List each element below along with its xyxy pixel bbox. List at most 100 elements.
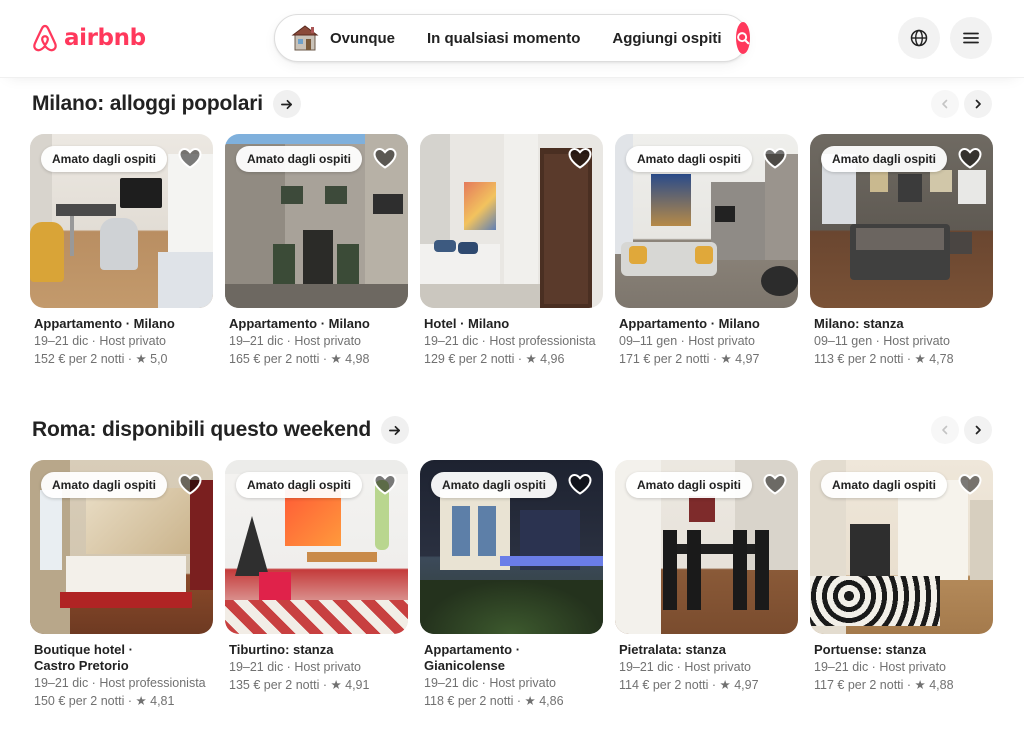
wishlist-heart-button[interactable] [567, 472, 593, 496]
listing-title: Pietralata: stanza [619, 642, 726, 657]
listing-price: 114 € per 2 notti · ★ 4,97 [619, 676, 794, 694]
listing-price-text: 171 € per 2 notti · [619, 352, 721, 366]
listing-cards: Amato dagli ospiti Boutique hotel · Cast… [30, 460, 993, 710]
listing-price-text: 118 € per 2 notti · [424, 694, 525, 708]
listing-price: 118 € per 2 notti · ★ 4,86 [424, 692, 599, 710]
listing-dates-host: 19–21 dic · Host privato [34, 334, 167, 348]
listing-rating: ★ 4,86 [524, 694, 564, 708]
wishlist-heart-button[interactable] [177, 472, 203, 496]
listing-title-line2: Gianicolense [424, 658, 505, 673]
heart-icon [178, 473, 202, 495]
listing-info: Pietralata: stanza 19–21 dic · Host priv… [615, 634, 798, 694]
heart-icon [178, 147, 202, 169]
heart-icon [763, 473, 787, 495]
listing-price: 171 € per 2 notti · ★ 4,97 [619, 350, 794, 368]
listing-card[interactable]: Amato dagli ospiti Appartamento · Milano… [30, 134, 213, 368]
listing-card[interactable]: Amato dagli ospiti Pietralata: stanza 19… [615, 460, 798, 710]
search-icon [736, 32, 749, 45]
section-header: Milano: alloggi popolari [32, 88, 301, 120]
heart-icon [568, 147, 592, 169]
search-bar[interactable]: Ovunque In qualsiasi momento Aggiungi os… [274, 14, 750, 62]
listing-dates-host: 19–21 dic · Host privato [619, 660, 752, 674]
hamburger-menu-icon [963, 32, 979, 44]
wishlist-heart-button[interactable] [957, 472, 983, 496]
listing-price-text: 165 € per 2 notti · [229, 352, 331, 366]
chevron-right-icon [975, 99, 981, 109]
language-button[interactable] [898, 17, 940, 59]
section-title[interactable]: Roma: disponibili questo weekend [32, 418, 371, 442]
heart-icon [568, 473, 592, 495]
listing-price: 129 € per 2 notti · ★ 4,96 [424, 350, 599, 368]
house-icon [291, 25, 319, 51]
listing-title: Boutique hotel · [34, 642, 133, 657]
listing-rating: ★ 4,96 [525, 352, 565, 366]
heart-icon [373, 147, 397, 169]
guest-favorite-badge: Amato dagli ospiti [821, 472, 948, 498]
listing-info: Appartamento · Milano 19–21 dic · Host p… [30, 308, 213, 368]
listing-card[interactable]: Hotel · Milano 19–21 dic · Host professi… [420, 134, 603, 368]
show-all-button[interactable] [272, 90, 301, 118]
wishlist-heart-button[interactable] [372, 472, 398, 496]
listing-photo[interactable]: Amato dagli ospiti [30, 460, 213, 634]
airbnb-logo-icon [33, 24, 57, 52]
section-header: Roma: disponibili questo weekend [32, 414, 409, 446]
listing-photo[interactable]: Amato dagli ospiti [810, 134, 993, 308]
listing-info: Milano: stanza 09–11 gen · Host privato … [810, 308, 993, 368]
listing-rating: ★ 4,91 [330, 678, 370, 692]
listing-cards: Amato dagli ospiti Appartamento · Milano… [30, 134, 993, 368]
wishlist-heart-button[interactable] [762, 146, 788, 170]
search-who[interactable]: Aggiungi ospiti [596, 15, 735, 61]
carousel-next-button[interactable] [964, 90, 992, 118]
heart-icon [958, 473, 982, 495]
wishlist-heart-button[interactable] [372, 146, 398, 170]
search-where[interactable]: Ovunque [275, 15, 411, 61]
listing-photo[interactable] [420, 134, 603, 308]
listing-photo[interactable]: Amato dagli ospiti [225, 460, 408, 634]
listing-rating: ★ 4,88 [914, 678, 954, 692]
listing-info: Appartamento · Gianicolense 19–21 dic · … [420, 634, 603, 710]
listing-title: Appartamento · [424, 642, 521, 657]
listing-card[interactable]: Amato dagli ospiti Appartamento · Milano… [225, 134, 408, 368]
listing-title: Portuense: stanza [814, 642, 926, 657]
search-when[interactable]: In qualsiasi momento [411, 15, 596, 61]
search-button[interactable] [735, 22, 750, 54]
listing-photo[interactable]: Amato dagli ospiti [225, 134, 408, 308]
listing-rating: ★ 4,97 [719, 678, 759, 692]
show-all-button[interactable] [380, 416, 409, 444]
listing-card[interactable]: Amato dagli ospiti Portuense: stanza 19–… [810, 460, 993, 710]
section-title[interactable]: Milano: alloggi popolari [32, 92, 263, 116]
arrow-right-icon [389, 425, 401, 435]
listing-card[interactable]: Amato dagli ospiti Tiburtino: stanza 19–… [225, 460, 408, 710]
listing-photo[interactable]: Amato dagli ospiti [615, 460, 798, 634]
listing-title: Milano: stanza [814, 316, 904, 331]
listing-card[interactable]: Amato dagli ospiti Appartamento · Gianic… [420, 460, 603, 710]
main-menu-button[interactable] [950, 17, 992, 59]
listing-price: 113 € per 2 notti · ★ 4,78 [814, 350, 989, 368]
carousel-prev-button[interactable] [931, 90, 959, 118]
carousel-next-button[interactable] [964, 416, 992, 444]
listing-rating: ★ 4,81 [135, 694, 175, 708]
globe-icon [910, 29, 928, 47]
listing-dates-host: 09–11 gen · Host privato [619, 334, 755, 348]
listing-photo[interactable]: Amato dagli ospiti [30, 134, 213, 308]
wishlist-heart-button[interactable] [957, 146, 983, 170]
listing-photo[interactable]: Amato dagli ospiti [810, 460, 993, 634]
listing-price: 150 € per 2 notti · ★ 4,81 [34, 692, 209, 710]
guest-favorite-badge: Amato dagli ospiti [236, 472, 363, 498]
listing-photo[interactable]: Amato dagli ospiti [420, 460, 603, 634]
listing-title: Appartamento · Milano [34, 316, 175, 331]
listing-info: Boutique hotel · Castro Pretorio 19–21 d… [30, 634, 213, 710]
listing-price-text: 129 € per 2 notti · [424, 352, 526, 366]
wishlist-heart-button[interactable] [177, 146, 203, 170]
wishlist-heart-button[interactable] [762, 472, 788, 496]
search-when-label: In qualsiasi momento [427, 29, 581, 47]
airbnb-logo[interactable]: airbnb [30, 22, 146, 54]
listing-card[interactable]: Amato dagli ospiti Appartamento · Milano… [615, 134, 798, 368]
listing-card[interactable]: Amato dagli ospiti Boutique hotel · Cast… [30, 460, 213, 710]
carousel-prev-button[interactable] [931, 416, 959, 444]
guest-favorite-badge: Amato dagli ospiti [626, 146, 753, 172]
listing-photo[interactable]: Amato dagli ospiti [615, 134, 798, 308]
listing-title-line2: Castro Pretorio [34, 658, 129, 673]
listing-card[interactable]: Amato dagli ospiti Milano: stanza 09–11 … [810, 134, 993, 368]
wishlist-heart-button[interactable] [567, 146, 593, 170]
